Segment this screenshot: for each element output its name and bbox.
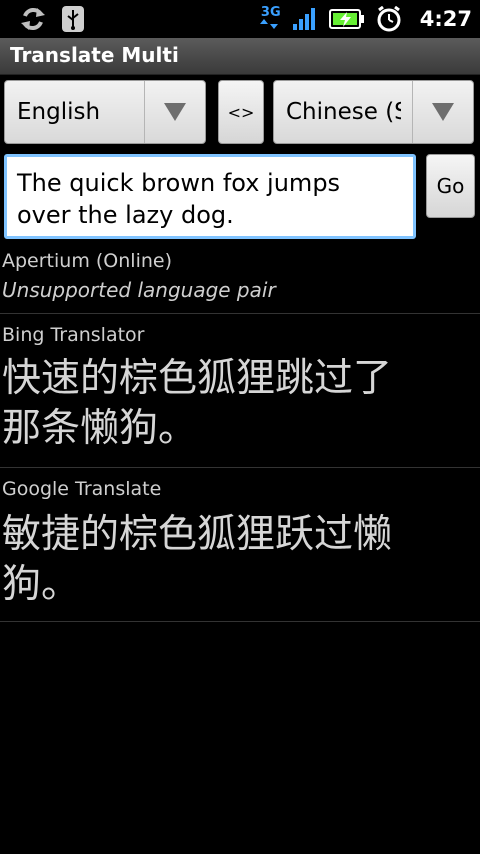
translation-line-2: 狗。	[2, 562, 81, 607]
network-3g-icon: 3G	[259, 5, 282, 32]
source-dropdown-arrow[interactable]	[144, 81, 205, 143]
status-bar-left	[18, 4, 88, 34]
signal-icon	[290, 4, 320, 34]
sync-icon	[18, 4, 48, 34]
result-translation: 敏捷的棕色狐狸跃过懒 狗。	[2, 510, 472, 610]
result-bing[interactable]: Bing Translator 快速的棕色狐狸跳过了 那条懒狗。	[0, 322, 480, 468]
chevron-down-icon	[432, 103, 454, 121]
target-dropdown-arrow[interactable]	[412, 81, 473, 143]
network-type-label: 3G	[260, 5, 281, 20]
result-divider	[0, 467, 480, 468]
result-provider-name: Apertium (Online)	[2, 250, 172, 272]
target-language-spinner[interactable]: Chinese (S	[273, 80, 474, 144]
status-time: 4:27	[419, 7, 472, 31]
battery-charging-icon	[328, 4, 366, 34]
swap-languages-button[interactable]: <>	[218, 80, 264, 144]
result-translation: 快速的棕色狐狸跳过了 那条懒狗。	[2, 354, 472, 454]
alarm-icon	[374, 4, 404, 34]
translation-line-2: 那条懒狗。	[2, 406, 198, 451]
translation-line-1: 快速的棕色狐狸跳过了	[2, 356, 393, 401]
result-divider	[0, 313, 480, 314]
result-error-message: Unsupported language pair	[2, 278, 276, 302]
source-text-line-1: The quick brown fox jumps	[17, 169, 341, 197]
app-title: Translate Multi	[10, 43, 179, 67]
result-apertium[interactable]: Apertium (Online) Unsupported language p…	[0, 248, 480, 314]
result-provider-name: Google Translate	[2, 478, 162, 500]
result-divider	[0, 621, 480, 622]
target-language-label: Chinese (S	[286, 99, 401, 125]
swap-label: <>	[227, 102, 255, 122]
result-google[interactable]: Google Translate 敏捷的棕色狐狸跃过懒 狗。	[0, 476, 480, 622]
usb-icon	[58, 4, 88, 34]
result-provider-name: Bing Translator	[2, 324, 145, 346]
app-title-bar: Translate Multi	[0, 38, 480, 75]
chevron-down-icon	[164, 103, 186, 121]
status-bar: 3G 4:27	[0, 0, 480, 38]
go-label: Go	[436, 174, 465, 198]
source-text-input[interactable]: The quick brown fox jumps over the lazy …	[4, 154, 416, 239]
go-button[interactable]: Go	[426, 154, 475, 218]
translation-line-1: 敏捷的棕色狐狸跃过懒	[2, 512, 393, 557]
source-text-line-2: over the lazy dog.	[17, 201, 234, 229]
source-language-label: English	[17, 99, 101, 125]
source-language-spinner[interactable]: English	[4, 80, 206, 144]
status-bar-right: 3G 4:27	[259, 0, 472, 38]
